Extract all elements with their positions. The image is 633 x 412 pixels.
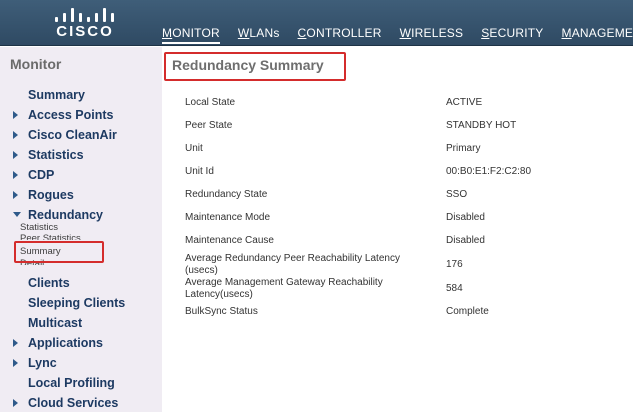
- row-label-peer-state: Peer State: [185, 120, 233, 131]
- sidebar-item-sleeping-clients[interactable]: Sleeping Clients: [28, 296, 125, 310]
- sidebar-item-summary[interactable]: Summary: [28, 88, 85, 102]
- row-value-local-state: ACTIVE: [446, 97, 483, 108]
- nav-controller[interactable]: CONTROLLER: [298, 26, 382, 44]
- nav-wireless[interactable]: WIRELESS: [400, 26, 464, 44]
- sidebar-item-multicast[interactable]: Multicast: [28, 316, 82, 330]
- sidebar-item-redundancy[interactable]: Redundancy: [28, 208, 103, 222]
- sidebar-item-cisco-cleanair[interactable]: Cisco CleanAir: [28, 128, 117, 142]
- expand-arrow-icon[interactable]: [13, 399, 18, 407]
- row-label-gateway-latency: Average Management Gateway Reachability …: [185, 277, 383, 300]
- row-label-bulksync-status: BulkSync Status: [185, 306, 258, 317]
- row-label-unit: Unit: [185, 143, 203, 154]
- nav-wlans[interactable]: WLANs: [238, 26, 280, 44]
- row-value-unit: Primary: [446, 143, 481, 154]
- row-value-redundancy-state: SSO: [446, 189, 468, 200]
- cisco-logo-bars-icon: [53, 6, 117, 22]
- page-title: Redundancy Summary: [172, 57, 324, 73]
- row-value-maintenance-cause: Disabled: [446, 235, 485, 246]
- row-label-maintenance-mode: Maintenance Mode: [185, 212, 271, 223]
- sidebar-item-cloud-services[interactable]: Cloud Services: [28, 396, 118, 410]
- row-value-peer-latency: 176: [446, 259, 463, 270]
- expand-arrow-icon[interactable]: [13, 359, 18, 367]
- row-value-unit-id: 00:B0:E1:F2:C2:80: [446, 166, 532, 177]
- logo-text: CISCO: [56, 23, 114, 40]
- row-label-redundancy-state: Redundancy State: [185, 189, 268, 200]
- row-label-peer-latency: Average Redundancy Peer Reachability Lat…: [185, 253, 400, 276]
- row-value-peer-state: STANDBY HOT: [446, 120, 517, 131]
- main-nav: MONITOR WLANs CONTROLLER WIRELESS SECURI…: [162, 26, 633, 44]
- sidebar-item-local-profiling[interactable]: Local Profiling: [28, 376, 115, 390]
- sidebar-item-rogues[interactable]: Rogues: [28, 188, 74, 202]
- expand-arrow-icon[interactable]: [13, 191, 18, 199]
- nav-management[interactable]: MANAGEMENT: [562, 26, 633, 44]
- expand-arrow-icon[interactable]: [13, 111, 18, 119]
- collapse-arrow-icon[interactable]: [13, 212, 21, 217]
- sidebar-item-applications[interactable]: Applications: [28, 336, 103, 350]
- sidebar-title: Monitor: [10, 56, 62, 72]
- sidebar-item-statistics[interactable]: Statistics: [28, 148, 84, 162]
- row-label-local-state: Local State: [185, 97, 236, 108]
- sidebar: Monitor Summary Access Points Cisco Clea…: [0, 47, 162, 412]
- main-content: Redundancy Summary Local State ACTIVE Pe…: [162, 47, 633, 412]
- sidebar-item-clients[interactable]: Clients: [28, 276, 70, 290]
- cisco-logo: CISCO: [50, 6, 120, 42]
- sidebar-subitem-peer-statistics[interactable]: Peer Statistics: [20, 233, 81, 240]
- selected-item-highlight: [14, 241, 104, 263]
- row-label-unit-id: Unit Id: [185, 166, 214, 177]
- expand-arrow-icon[interactable]: [13, 171, 18, 179]
- nav-monitor[interactable]: MONITOR: [162, 26, 220, 44]
- top-header: CISCO MONITOR WLANs CONTROLLER WIRELESS …: [0, 0, 633, 46]
- expand-arrow-icon[interactable]: [13, 131, 18, 139]
- row-value-gateway-latency: 584: [446, 283, 463, 294]
- row-value-maintenance-mode: Disabled: [446, 212, 485, 223]
- sidebar-item-lync[interactable]: Lync: [28, 356, 57, 370]
- sidebar-item-cdp[interactable]: CDP: [28, 168, 54, 182]
- row-value-bulksync-status: Complete: [446, 306, 489, 317]
- sidebar-item-access-points[interactable]: Access Points: [28, 108, 113, 122]
- nav-security[interactable]: SECURITY: [481, 26, 543, 44]
- expand-arrow-icon[interactable]: [13, 339, 18, 347]
- row-label-maintenance-cause: Maintenance Cause: [185, 235, 274, 246]
- sidebar-subitem-statistics[interactable]: Statistics: [20, 222, 58, 233]
- expand-arrow-icon[interactable]: [13, 151, 18, 159]
